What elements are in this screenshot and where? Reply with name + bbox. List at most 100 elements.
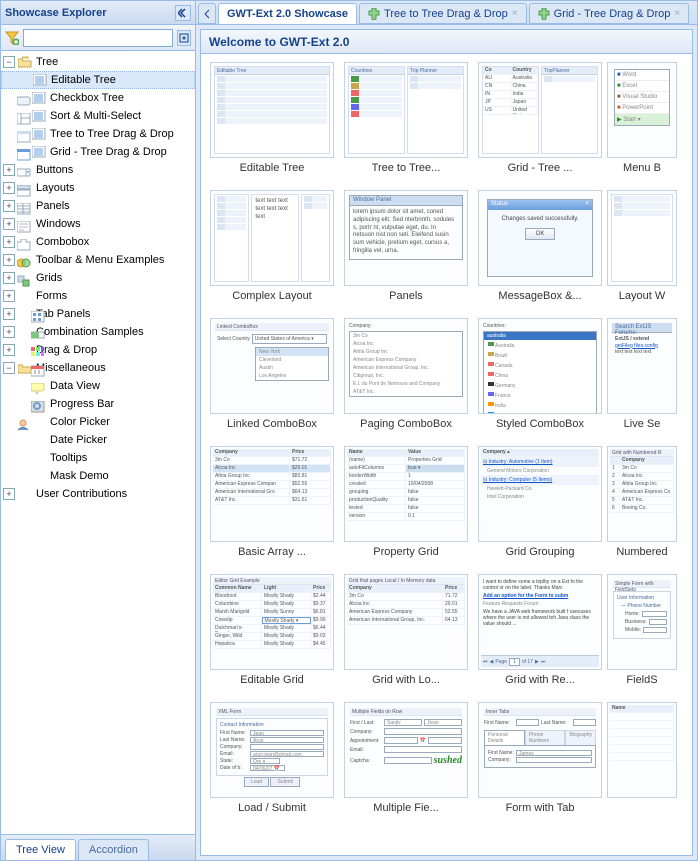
gallery-caption: Layout W — [619, 290, 665, 302]
toggle-icon[interactable]: + — [3, 344, 15, 356]
gallery-item[interactable]: Company: 3m Co Alcoa Inc Altria Group In… — [339, 316, 473, 440]
gallery-item[interactable]: Grid with Numbered R Company 13m Co 2Alc… — [607, 444, 677, 568]
gallery-item[interactable]: Name — [607, 700, 677, 824]
gallery-caption: Form with Tab — [506, 802, 575, 814]
gallery-caption: Panels — [389, 290, 423, 302]
plugin-icon — [368, 8, 380, 20]
tree-label: Sort & Multi-Select — [50, 110, 141, 122]
plugin-icon — [538, 8, 550, 20]
gallery-item[interactable]: Window Panel lorem ipsum dolor sit amet,… — [339, 188, 473, 312]
gallery-caption: Paging ComboBox — [360, 418, 452, 430]
tab-scroll-left[interactable] — [198, 3, 216, 24]
gallery-caption: Complex Layout — [232, 290, 312, 302]
toggle-icon[interactable]: + — [3, 488, 15, 500]
gallery-item[interactable]: Linked ComboBox Select CountryUnited Sta… — [205, 316, 339, 440]
toggle-icon[interactable]: + — [3, 254, 15, 266]
gallery-caption: Grid with Re... — [505, 674, 575, 686]
toggle-icon[interactable]: + — [3, 236, 15, 248]
tree-label: Windows — [36, 218, 81, 230]
gallery-caption: Styled ComboBox — [496, 418, 584, 430]
tab-tree-drag[interactable]: Tree to Tree Drag & Drop × — [359, 3, 527, 24]
tree-label: Grid - Tree Drag & Drop — [50, 146, 167, 158]
filter-input[interactable] — [23, 29, 173, 47]
gallery-item[interactable]: Countries: australia Australia Brazil Ca… — [473, 316, 607, 440]
sidebar: Showcase Explorer − Tree — [1, 1, 196, 860]
tab-label: Grid - Tree Drag & Drop — [554, 8, 671, 20]
content-panel: Welcome to GWT-Ext 2.0 Editable Tree Edi… — [200, 29, 693, 856]
tree-node-tree[interactable]: − Tree — [1, 53, 195, 71]
tree-node-user-contrib[interactable]: +User Contributions — [1, 485, 195, 503]
gallery-caption: Multiple Fie... — [373, 802, 438, 814]
tree-label: Data View — [50, 380, 100, 392]
gallery-item[interactable]: Editable Tree Editable Tree — [205, 60, 339, 184]
tab-grid-tree-drag[interactable]: Grid - Tree Drag & Drop × — [529, 3, 690, 24]
tree-label: Editable Tree — [51, 74, 116, 86]
folder-open-icon — [17, 55, 33, 69]
sidebar-title: Showcase Explorer — [5, 7, 175, 19]
nav-tree[interactable]: − Tree Editable Tree Checkbox Tree Sort … — [1, 51, 195, 834]
tab-showcase[interactable]: GWT-Ext 2.0 Showcase — [218, 3, 357, 24]
gallery-item[interactable]: Company ▴ ⊟ Industry: Automotive (1 Item… — [473, 444, 607, 568]
tree-label: Buttons — [36, 164, 73, 176]
gallery-item[interactable]: text text text text text text text Compl… — [205, 188, 339, 312]
tabstrip: GWT-Ext 2.0 Showcase Tree to Tree Drag &… — [196, 1, 697, 25]
gallery-caption: FieldS — [626, 674, 657, 686]
gallery-item[interactable]: Simple Form with FieldSets User Informat… — [607, 572, 677, 696]
expand-all-button[interactable] — [177, 30, 191, 46]
gallery-caption: MessageBox &... — [498, 290, 581, 302]
gallery-caption: Grid - Tree ... — [508, 162, 573, 174]
gallery-item[interactable]: Layout W — [607, 188, 677, 312]
toggle-icon[interactable]: + — [3, 218, 15, 230]
gallery[interactable]: Editable Tree Editable Tree CountriesTri… — [201, 54, 692, 855]
gallery-caption: Linked ComboBox — [227, 418, 317, 430]
close-icon[interactable]: × — [512, 8, 518, 19]
tree-label: Date Picker — [50, 434, 107, 446]
gallery-caption: Property Grid — [373, 546, 438, 558]
tab-accordion[interactable]: Accordion — [78, 839, 149, 860]
gallery-caption: Basic Array ... — [238, 546, 306, 558]
tab-tree-view[interactable]: Tree View — [5, 839, 76, 860]
gallery-caption: Grid Grouping — [505, 546, 574, 558]
toggle-icon[interactable]: + — [3, 272, 15, 284]
gallery-item[interactable]: NameValue (name)Properties Grid autoFitC… — [339, 444, 473, 568]
toggle-icon[interactable]: + — [3, 182, 15, 194]
tree-label: Forms — [36, 290, 67, 302]
toggle-icon[interactable]: + — [3, 290, 15, 302]
tree-label: Checkbox Tree — [50, 92, 124, 104]
tree-label: Mask Demo — [50, 470, 109, 482]
toggle-icon[interactable]: + — [3, 164, 15, 176]
content-title: Welcome to GWT-Ext 2.0 — [201, 30, 692, 54]
tree-label: Tree to Tree Drag & Drop — [50, 128, 174, 140]
gallery-item[interactable]: Status× Changes saved successfully.OK Me… — [473, 188, 607, 312]
gallery-item[interactable]: Inner Tabs First Name:Last Name: Persona… — [473, 700, 607, 824]
user-icon — [17, 487, 33, 501]
gallery-item[interactable]: CompanyPrice 3m Co$71.72 Alcoa Inc$29.01… — [205, 444, 339, 568]
toggle-icon[interactable]: − — [3, 362, 15, 374]
toggle-icon[interactable]: − — [3, 56, 15, 68]
tree-label: Tree — [36, 56, 58, 68]
gallery-item[interactable]: CoCountryAUAustraliaCNChinaINIndiaJPJapa… — [473, 60, 607, 184]
tree-label: Combobox — [36, 236, 89, 248]
collapse-sidebar-button[interactable] — [175, 5, 191, 21]
tree-label: Layouts — [36, 182, 75, 194]
toggle-icon[interactable]: + — [3, 308, 15, 320]
toggle-icon[interactable]: + — [3, 200, 15, 212]
gallery-item[interactable]: CountriesTrip Planner Tree to Tree... — [339, 60, 473, 184]
gallery-caption: Live Se — [624, 418, 661, 430]
tree-leaf-editable-tree[interactable]: Editable Tree — [1, 71, 195, 89]
gallery-item[interactable]: Editor Grid Example Common NameLightPric… — [205, 572, 339, 696]
gallery-caption: Grid with Lo... — [372, 674, 440, 686]
gallery-item[interactable]: Search ExtJS Forums: ExtJS / extendgetFi… — [607, 316, 677, 440]
tab-label: GWT-Ext 2.0 Showcase — [227, 8, 348, 20]
main-area: GWT-Ext 2.0 Showcase Tree to Tree Drag &… — [196, 1, 697, 860]
gallery-item[interactable]: I want to define some a toplby on a Ext … — [473, 572, 607, 696]
gallery-item[interactable]: Multiple Fields on Row First / Last:Sanj… — [339, 700, 473, 824]
tree-label: Tooltips — [50, 452, 87, 464]
gallery-item[interactable]: ■ Word ■ Excel ■ Visual Studio ■ PowerPo… — [607, 60, 677, 184]
gallery-item[interactable]: XML Form Contact Information First Name:… — [205, 700, 339, 824]
toggle-icon[interactable]: + — [3, 326, 15, 338]
list-icon — [31, 109, 47, 123]
filter-icon[interactable] — [5, 31, 19, 45]
close-icon[interactable]: × — [674, 8, 680, 19]
gallery-item[interactable]: Grid that pages Local / In Memory data C… — [339, 572, 473, 696]
